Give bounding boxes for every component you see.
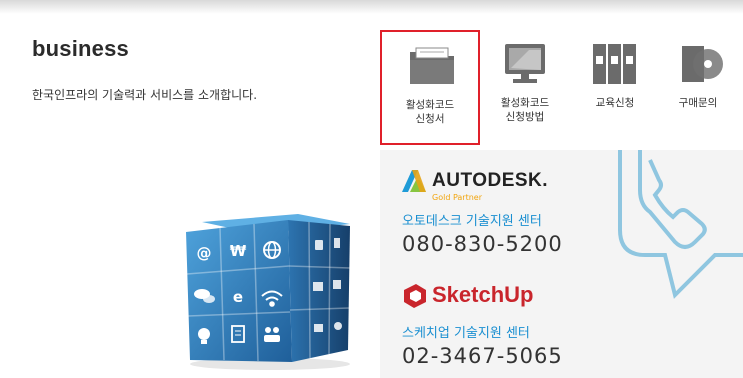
sketchup-logo-icon: [404, 284, 426, 308]
folder-icon: [410, 47, 454, 84]
top-shadow: [0, 0, 743, 14]
section-description: 한국인프라의 기술력과 서비스를 소개합니다.: [32, 88, 258, 102]
sketchup-brand: SketchUp: [432, 282, 534, 307]
menu-label-line1: 구매문의: [678, 97, 718, 109]
autodesk-brand: AUTODESK.: [432, 170, 549, 191]
sketchup-support-center[interactable]: 스케치업 기술지원 센터: [402, 322, 530, 341]
autodesk-support-center[interactable]: 오토데스크 기술지원 센터: [402, 210, 542, 229]
menu-label-line2: 신청서: [415, 113, 445, 125]
section-title: business: [32, 36, 129, 61]
support-panel: AUTODESK. Gold Partner 오토데스크 기술지원 센터 080…: [380, 150, 743, 378]
menu-purchase-inquiry[interactable]: 구매문의: [648, 30, 743, 145]
ie-icon: e: [233, 288, 243, 306]
quick-menu: 활성화코드 신청서 활성화코드 신청방법 교육신청 구매문의: [380, 30, 743, 145]
won-icon: ₩: [230, 242, 247, 260]
autodesk-logo-icon: [402, 170, 426, 192]
menu-label-line1: 활성화코드: [500, 97, 550, 109]
autodesk-phone[interactable]: 080-830-5200: [402, 232, 563, 256]
box-disc-icon: [682, 46, 723, 82]
at-icon: @: [197, 244, 212, 262]
menu-activation-guide[interactable]: 활성화코드 신청방법: [475, 30, 575, 145]
binders-icon: [593, 44, 636, 84]
menu-label-line1: 활성화코드: [405, 99, 455, 111]
service-cube-illustration: @ ₩ e: [186, 214, 351, 370]
autodesk-tier: Gold Partner: [432, 193, 483, 202]
phone-receiver-illustration: [618, 150, 743, 299]
monitor-icon: [505, 44, 545, 83]
menu-activation-form[interactable]: 활성화코드 신청서: [380, 30, 480, 145]
sketchup-phone[interactable]: 02-3467-5065: [402, 344, 563, 368]
menu-label-line2: 신청방법: [505, 111, 545, 123]
